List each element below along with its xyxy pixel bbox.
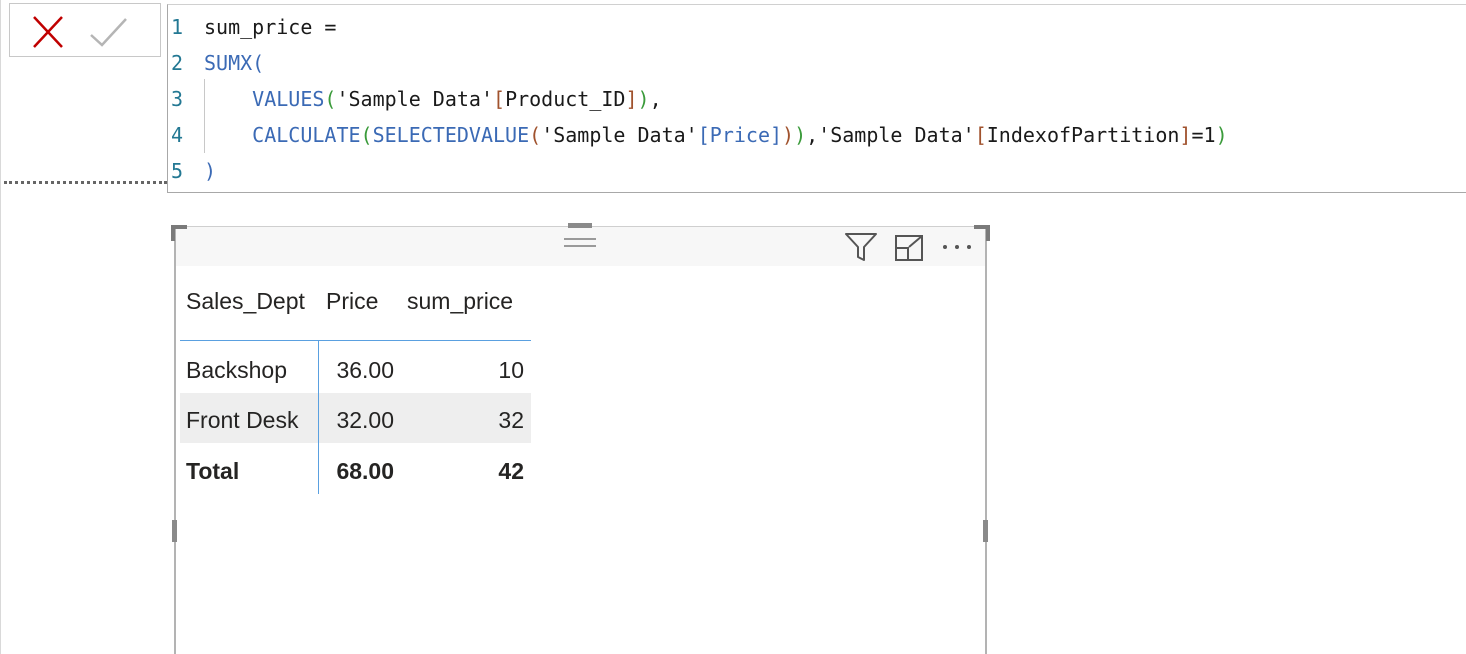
code-token: ) (637, 87, 650, 111)
formula-commit-controls (9, 3, 161, 57)
code-token: SUMX( (204, 51, 265, 75)
column-header-price[interactable]: Price (326, 286, 378, 316)
filter-icon (845, 233, 877, 261)
column-header-sales-dept[interactable]: Sales_Dept (186, 286, 305, 316)
check-icon (90, 18, 127, 47)
code-token: IndexofPartition (986, 123, 1180, 147)
table-cell-sum-price: 10 (498, 357, 524, 383)
code-token: , (806, 123, 819, 147)
focus-mode-button[interactable] (892, 230, 926, 264)
code-text: sum_price = (204, 9, 336, 45)
line-number: 2 (171, 51, 184, 75)
code-text: VALUES('Sample Data'[Product_ID]), (204, 81, 662, 117)
resize-handle-top[interactable] (568, 223, 592, 228)
code-token: ) (782, 123, 795, 147)
code-token: , (649, 87, 662, 111)
line-number: 4 (171, 123, 184, 147)
code-text: CALCULATE(SELECTEDVALUE('Sample Data'[Pr… (204, 117, 1228, 153)
more-options-button[interactable] (940, 230, 974, 264)
code-token: 'Sample Data' (818, 123, 975, 147)
line-number: 5 (171, 159, 184, 183)
code-token: ( (324, 87, 337, 111)
table-cell-sum-price: 32 (498, 407, 524, 433)
resize-corner-top-left[interactable] (171, 225, 187, 241)
total-sum-price: 42 (498, 458, 524, 484)
formula-editor[interactable]: 1 sum_price = 2 SUMX(3 VALUES('Sample Data'… (167, 4, 1466, 193)
code-token: [ (974, 123, 987, 147)
formula-bar-splitter[interactable] (4, 181, 167, 184)
drag-grip-line[interactable] (564, 245, 596, 247)
total-label: Total (186, 458, 240, 484)
more-options-icon (943, 245, 971, 249)
code-token: ] (625, 87, 638, 111)
code-text: ) (204, 153, 216, 189)
table-cell-dept: Front Desk (186, 407, 299, 433)
table-cell-dept: Backshop (186, 357, 288, 383)
focus-mode-icon (895, 235, 923, 261)
line-number: 3 (171, 87, 184, 111)
code-token: =1 (1191, 123, 1216, 147)
table-cell-price: 32.00 (336, 407, 394, 433)
code-token: ( (529, 123, 542, 147)
code-token: [Price] (697, 123, 783, 147)
code-token: SELECTEDVALUE (372, 123, 530, 147)
resize-handle-right[interactable] (983, 520, 988, 542)
code-token: 'Sample Data' (336, 87, 494, 111)
cancel-button[interactable] (28, 13, 68, 51)
code-token: ) (204, 159, 217, 183)
filter-button[interactable] (844, 230, 878, 264)
page-left-border (0, 0, 1, 654)
code-token: ) (1215, 123, 1228, 147)
column-header-sum-price[interactable]: sum_price (407, 286, 513, 316)
line-number: 1 (171, 15, 184, 39)
resize-handle-left[interactable] (172, 520, 177, 542)
code-token: ( (360, 123, 373, 147)
code-token: ] (1179, 123, 1192, 147)
code-token: [ (493, 87, 506, 111)
code-token: ) (794, 123, 807, 147)
header-divider (180, 340, 531, 341)
code-token: 'Sample Data' (541, 123, 698, 147)
commit-button[interactable] (88, 13, 128, 51)
close-icon (33, 16, 63, 48)
code-token: sum_price = (204, 15, 337, 39)
column-divider (318, 341, 319, 494)
code-token: Product_ID (505, 87, 626, 111)
total-price: 68.00 (336, 458, 394, 484)
code-text: SUMX( (204, 45, 264, 81)
code-token: VALUES (252, 87, 325, 111)
code-token: CALCULATE (252, 123, 361, 147)
resize-corner-top-right[interactable] (974, 225, 990, 241)
table-cell-price: 36.00 (336, 357, 394, 383)
drag-grip-line[interactable] (564, 238, 596, 240)
